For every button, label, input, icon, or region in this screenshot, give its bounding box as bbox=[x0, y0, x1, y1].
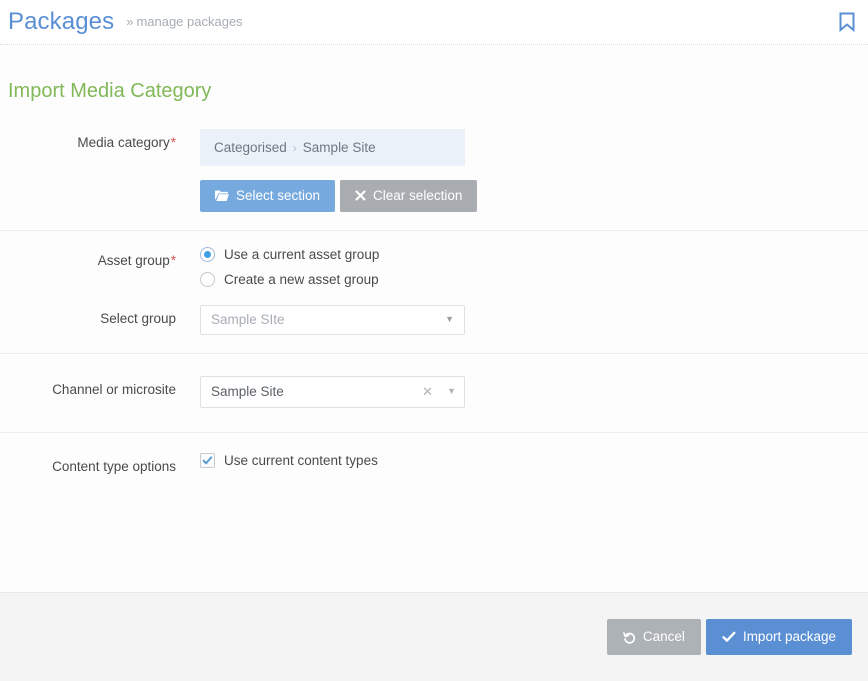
select-section-button[interactable]: Select section bbox=[200, 180, 335, 212]
radio-label: Create a new asset group bbox=[224, 272, 379, 287]
field-media-category: Media category* Categorised › Sample Site bbox=[0, 129, 868, 212]
radio-use-current-asset-group[interactable]: Use a current asset group bbox=[200, 247, 868, 262]
clear-selection-button[interactable]: Clear selection bbox=[340, 180, 477, 212]
checkbox-use-current-content-types[interactable]: Use current content types bbox=[200, 453, 868, 468]
required-marker: * bbox=[171, 253, 176, 268]
check-icon bbox=[722, 631, 736, 643]
app-header: Packages »manage packages bbox=[0, 0, 868, 45]
import-label: Import package bbox=[743, 630, 836, 644]
section-media-category: Media category* Categorised › Sample Site bbox=[0, 119, 868, 231]
asset-group-label: Asset group* bbox=[0, 247, 200, 271]
field-content-type-options: Content type options Use current content… bbox=[0, 453, 868, 477]
import-media-category-form: Media category* Categorised › Sample Site bbox=[0, 101, 868, 495]
field-select-group: Select group Sample SIte ▼ bbox=[0, 305, 868, 335]
select-group-label: Select group bbox=[0, 305, 200, 329]
content-type-control: Use current content types bbox=[200, 453, 868, 468]
path-separator: › bbox=[293, 141, 297, 155]
media-category-buttons: Select section Clear selection bbox=[200, 180, 868, 212]
section-channel: Channel or microsite Sample Site ✕ ▼ bbox=[0, 354, 868, 433]
field-asset-group: Asset group* Use a current asset group C… bbox=[0, 247, 868, 287]
breadcrumb: »manage packages bbox=[126, 15, 242, 30]
channel-control: Sample Site ✕ ▼ bbox=[200, 376, 868, 408]
channel-select[interactable]: Sample Site ✕ ▼ bbox=[200, 376, 465, 408]
page-container: Import Media Category Media category* Ca… bbox=[0, 45, 868, 681]
import-package-button[interactable]: Import package bbox=[706, 619, 852, 655]
breadcrumb-chevron: » bbox=[126, 14, 133, 29]
checkbox-label: Use current content types bbox=[224, 453, 378, 468]
breadcrumb-current: manage packages bbox=[136, 14, 242, 29]
asset-group-control: Use a current asset group Create a new a… bbox=[200, 247, 868, 287]
path-leaf: Sample Site bbox=[303, 140, 376, 155]
chevron-down-icon: ▼ bbox=[445, 315, 454, 324]
page-title: Import Media Category bbox=[0, 45, 868, 101]
header-actions bbox=[838, 12, 856, 32]
media-category-control: Categorised › Sample Site Select section bbox=[200, 129, 868, 212]
folder-open-icon bbox=[215, 190, 229, 202]
radio-indicator-unselected bbox=[200, 272, 215, 287]
cancel-label: Cancel bbox=[643, 630, 685, 644]
times-icon[interactable]: ✕ bbox=[422, 385, 433, 398]
cancel-button[interactable]: Cancel bbox=[607, 619, 701, 655]
required-marker: * bbox=[171, 135, 176, 150]
section-content-type: Content type options Use current content… bbox=[0, 433, 868, 495]
channel-value: Sample Site bbox=[211, 384, 422, 399]
select-group-control: Sample SIte ▼ bbox=[200, 305, 868, 335]
select-section-label: Select section bbox=[236, 189, 320, 203]
channel-label: Channel or microsite bbox=[0, 376, 200, 400]
section-asset-group: Asset group* Use a current asset group C… bbox=[0, 231, 868, 354]
radio-create-new-asset-group[interactable]: Create a new asset group bbox=[200, 272, 868, 287]
select-group-value: Sample SIte bbox=[211, 312, 285, 327]
checkbox-indicator-checked bbox=[200, 453, 215, 468]
field-channel-microsite: Channel or microsite Sample Site ✕ ▼ bbox=[0, 376, 868, 408]
clear-selection-label: Clear selection bbox=[373, 189, 462, 203]
media-category-path: Categorised › Sample Site bbox=[200, 129, 465, 166]
app-title: Packages bbox=[8, 10, 114, 34]
path-root: Categorised bbox=[214, 140, 287, 155]
radio-indicator-selected bbox=[200, 247, 215, 262]
content-type-label: Content type options bbox=[0, 453, 200, 477]
bookmark-icon[interactable] bbox=[838, 12, 856, 32]
chevron-down-icon[interactable]: ▼ bbox=[447, 387, 456, 396]
radio-label: Use a current asset group bbox=[224, 247, 379, 262]
undo-icon bbox=[623, 631, 636, 644]
form-footer: Cancel Import package bbox=[0, 592, 868, 681]
media-category-label: Media category* bbox=[0, 129, 200, 153]
times-icon bbox=[355, 190, 366, 201]
select-group-dropdown[interactable]: Sample SIte ▼ bbox=[200, 305, 465, 335]
